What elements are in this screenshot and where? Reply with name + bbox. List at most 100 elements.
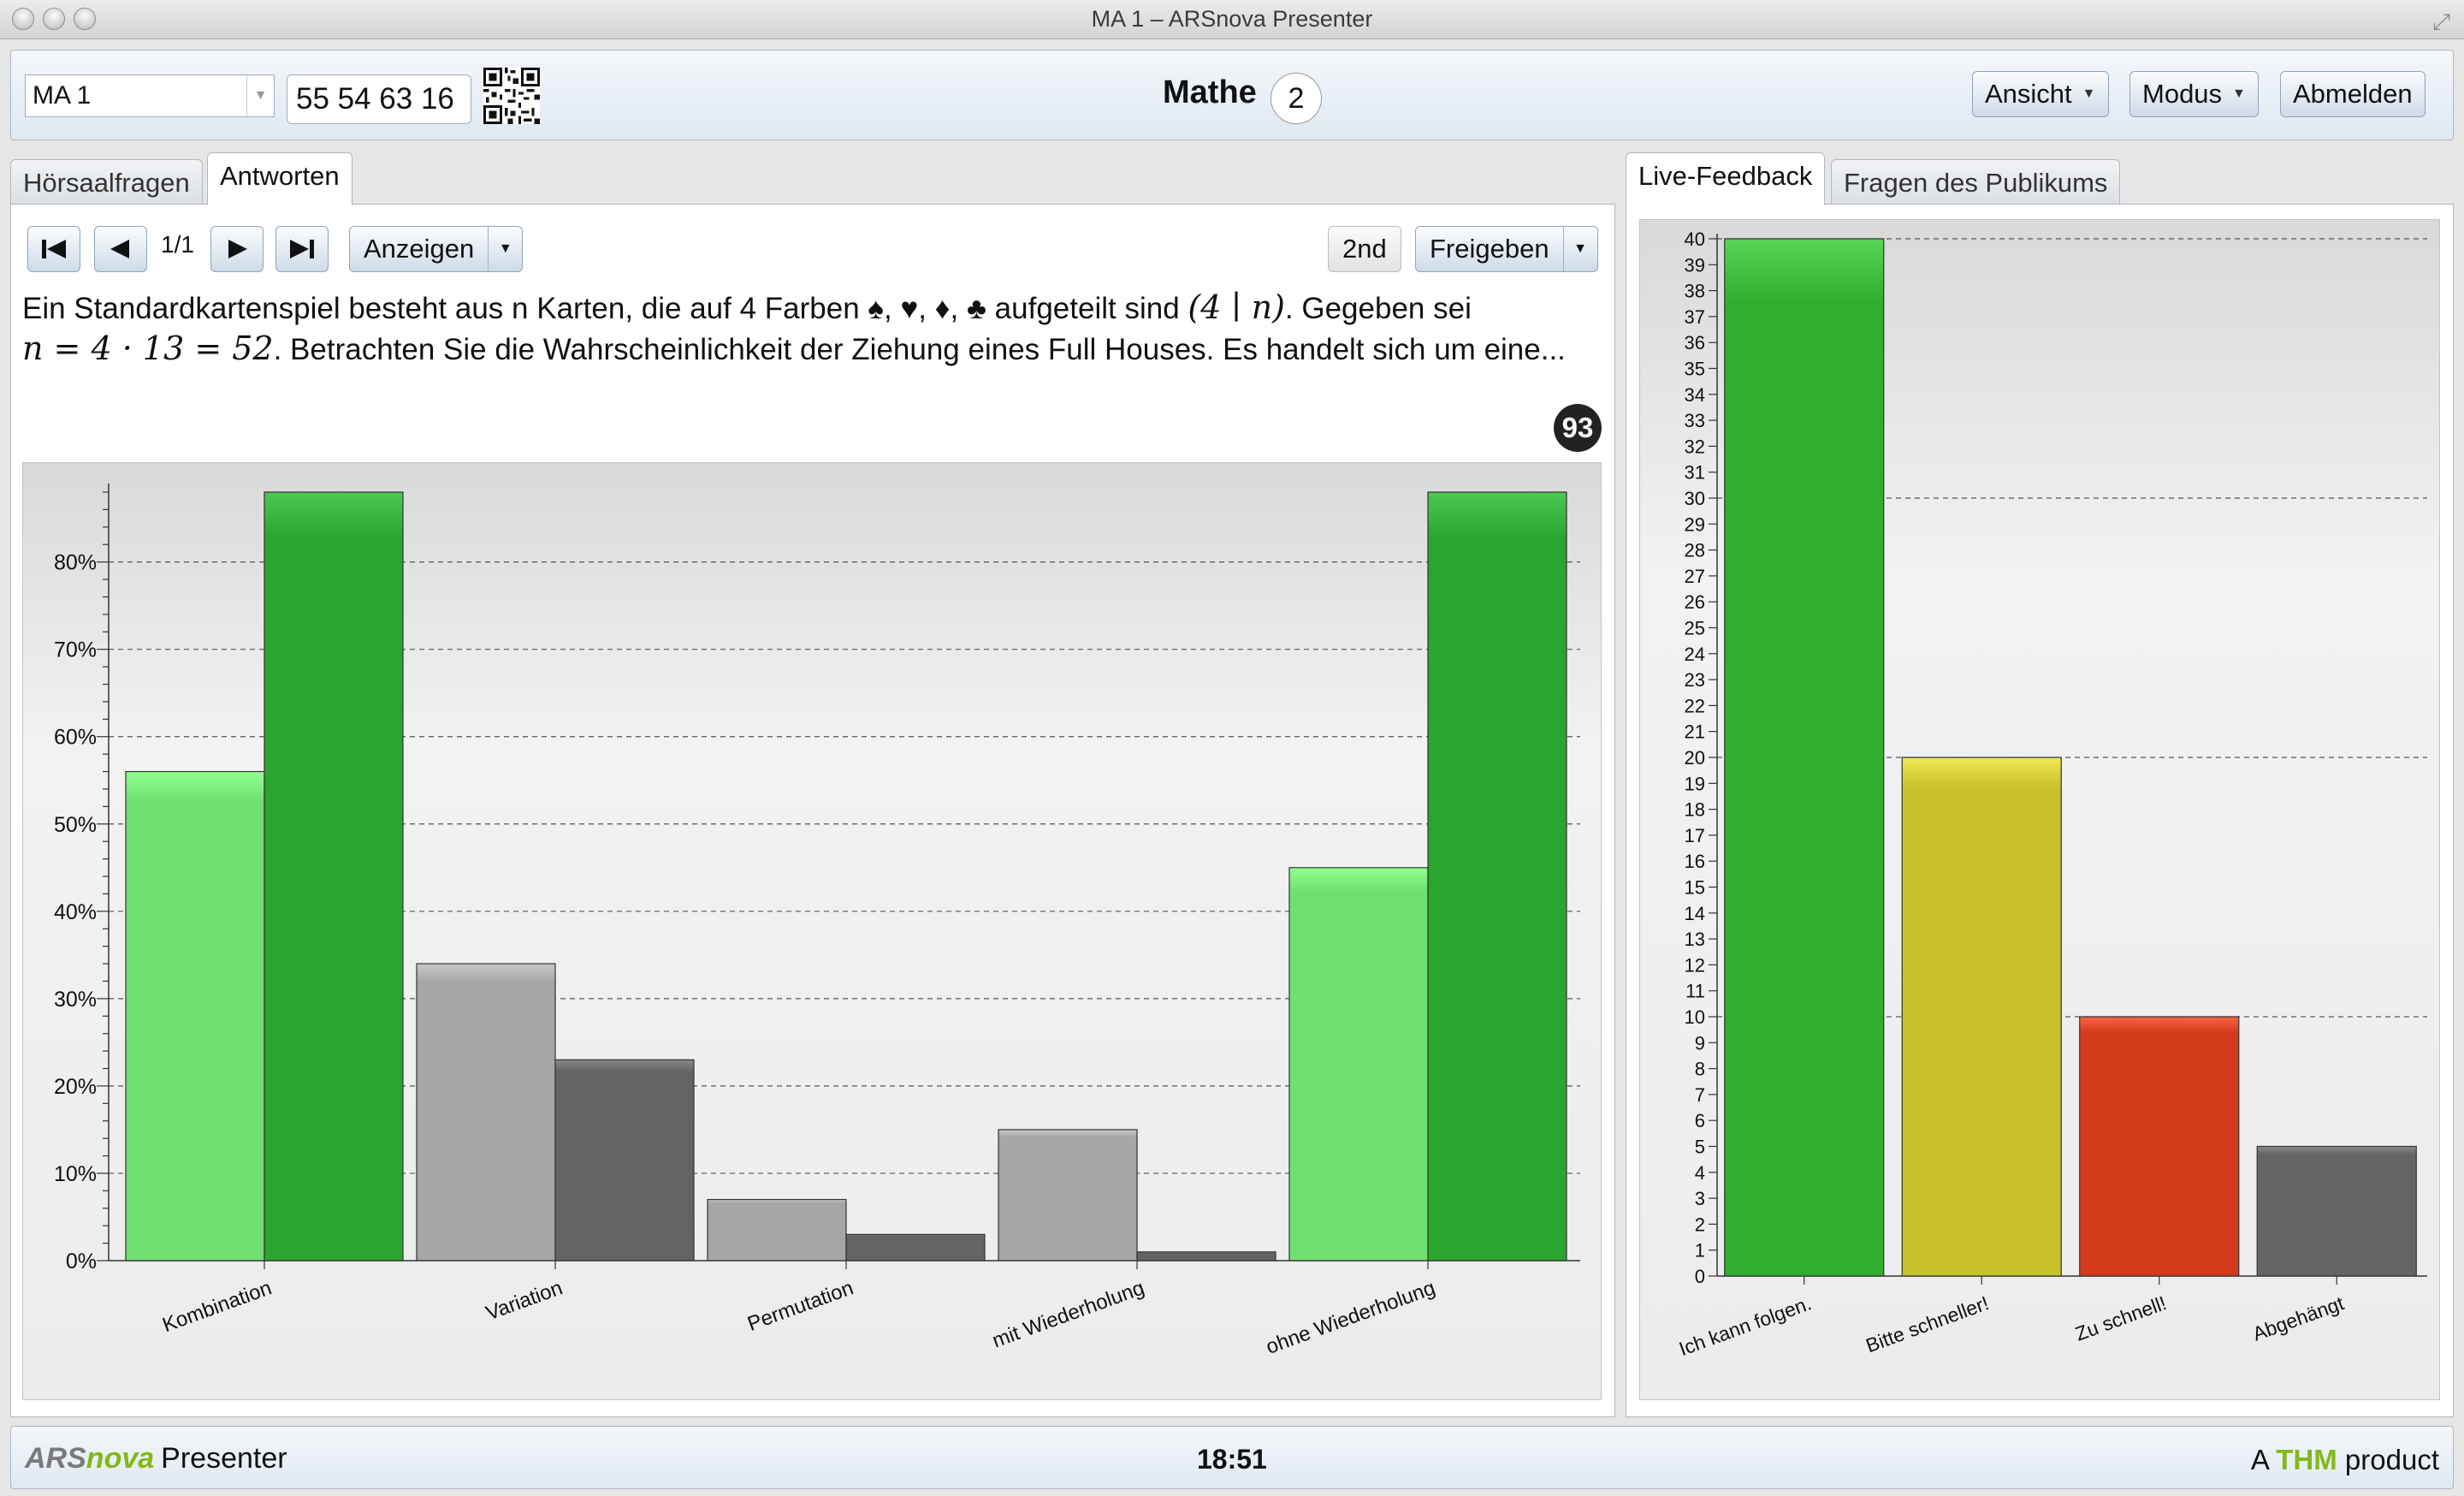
x-tick-label: Abgehängt xyxy=(2249,1291,2347,1345)
first-question-button[interactable] xyxy=(27,226,80,272)
answer-bar xyxy=(554,1059,695,1262)
y-tick-label: 10 xyxy=(1685,1006,1705,1028)
feedback-bar xyxy=(2079,1016,2240,1277)
close-window-button[interactable] xyxy=(12,8,34,30)
product-a: A xyxy=(2250,1444,2269,1475)
y-tick-label: 17 xyxy=(1685,825,1705,846)
question-pager: 1/1 xyxy=(161,231,194,258)
second-round-button[interactable]: 2nd xyxy=(1328,226,1401,272)
x-tick-label: Variation xyxy=(483,1276,566,1325)
x-tick-label: Permutation xyxy=(744,1276,856,1336)
question-text: Ein Standardkartenspiel besteht aus n Ka… xyxy=(22,288,1596,370)
window-controls xyxy=(12,8,96,30)
release-menu-label: Freigeben xyxy=(1430,234,1549,264)
arsnova-logo: ARS nova Presenter xyxy=(25,1442,287,1475)
fullscreen-icon[interactable]: ⤢ xyxy=(2432,9,2450,36)
y-tick-label: 23 xyxy=(1685,669,1705,691)
mode-menu-button[interactable]: Modus ▼ xyxy=(2129,71,2259,117)
product-thm: THM xyxy=(2276,1444,2337,1475)
y-tick-label: 31 xyxy=(1685,462,1705,484)
x-tick-label: ohne Wiederholung xyxy=(1263,1276,1438,1359)
x-tick-label: mit Wiederholung xyxy=(989,1276,1147,1352)
y-tick-label: 0 xyxy=(1695,1266,1705,1287)
y-tick-label: 9 xyxy=(1695,1032,1705,1054)
y-tick-label: 25 xyxy=(1685,618,1705,639)
caret-down-icon: ▼ xyxy=(2232,86,2246,101)
tab-audience-questions[interactable]: Fragen des Publikums xyxy=(1831,159,2121,207)
tab-live-feedback[interactable]: Live-Feedback xyxy=(1626,152,1826,205)
y-tick-label: 15 xyxy=(1685,877,1705,899)
answer-bar xyxy=(1136,1251,1276,1262)
caret-down-icon[interactable]: ▼ xyxy=(1562,227,1597,271)
y-tick-label: 14 xyxy=(1685,903,1705,924)
y-tick-label: 40 xyxy=(1685,229,1705,250)
qr-code-icon[interactable] xyxy=(483,68,540,124)
y-tick-label: 30 xyxy=(1685,488,1705,509)
answer-bar xyxy=(264,491,404,1262)
last-question-button[interactable] xyxy=(275,226,329,272)
y-tick-label: 1 xyxy=(1695,1240,1705,1262)
feedback-bar xyxy=(2256,1145,2417,1277)
caret-down-icon[interactable]: ▼ xyxy=(488,227,522,271)
y-tick-label: 7 xyxy=(1695,1084,1705,1106)
answer-bar xyxy=(1288,867,1429,1262)
previous-question-button[interactable] xyxy=(94,226,147,272)
logout-label: Abmelden xyxy=(2293,79,2413,109)
y-tick-label: 36 xyxy=(1685,332,1705,353)
chevron-down-icon[interactable]: ▼ xyxy=(246,75,274,116)
answers-chart-area: 0% 10% 20% 30% 40% 50% 60% 70% 80% Kombination Var… xyxy=(22,462,1602,1400)
product-word: product xyxy=(2344,1444,2439,1475)
y-tick-label: 30% xyxy=(54,988,97,1012)
tab-answers[interactable]: Antworten xyxy=(207,152,352,205)
y-tick-label: 21 xyxy=(1685,721,1705,743)
previous-icon xyxy=(110,240,129,258)
y-tick-label: 13 xyxy=(1685,929,1705,950)
y-tick-label: 20% xyxy=(54,1075,97,1099)
tab-lecture-questions[interactable]: Hörsaalfragen xyxy=(10,159,203,207)
y-tick-label: 33 xyxy=(1685,410,1705,431)
answer-bar xyxy=(125,770,265,1262)
y-tick-label: 37 xyxy=(1685,306,1705,328)
y-tick-label: 39 xyxy=(1685,254,1705,276)
y-tick-label: 80% xyxy=(54,551,97,575)
y-tick-label: 26 xyxy=(1685,591,1705,613)
clock: 18:51 xyxy=(1197,1444,1267,1475)
view-menu-label: Ansicht xyxy=(1985,79,2072,109)
zoom-window-button[interactable] xyxy=(74,8,96,30)
thm-product-label: A THM product xyxy=(2251,1444,2439,1476)
window-title: MA 1 – ARSnova Presenter xyxy=(1091,6,1373,32)
question-text-part: . Betrachten Sie die Wahrscheinlichkeit … xyxy=(273,333,1566,366)
show-menu-label: Anzeigen xyxy=(364,234,475,264)
logo-ars: ARS xyxy=(25,1442,86,1475)
logo-presenter: Presenter xyxy=(161,1442,287,1475)
logout-button[interactable]: Abmelden xyxy=(2280,71,2426,117)
y-tick-label: 40% xyxy=(54,900,97,924)
y-tick-label: 29 xyxy=(1685,514,1705,535)
question-text-part: Ein Standardkartenspiel besteht aus n Ka… xyxy=(22,292,1188,325)
y-tick-label: 20 xyxy=(1685,747,1705,769)
mode-menu-label: Modus xyxy=(2142,79,2223,109)
session-name: Mathe xyxy=(1163,74,1257,110)
y-tick-label: 4 xyxy=(1695,1162,1705,1184)
session-select[interactable]: MA 1 ▼ xyxy=(25,74,275,117)
question-math: n = 4 · 13 = 52 xyxy=(22,329,274,367)
minimize-window-button[interactable] xyxy=(43,8,65,30)
y-tick-label: 38 xyxy=(1685,281,1705,302)
y-tick-label: 19 xyxy=(1685,773,1705,794)
y-tick-label: 18 xyxy=(1685,799,1705,821)
question-text-part: . Gegeben sei xyxy=(1284,292,1472,325)
session-key-field[interactable]: 55 54 63 16 xyxy=(287,74,471,124)
answers-chart: 0% 10% 20% 30% 40% 50% 60% 70% 80% Kombination Var… xyxy=(54,484,1580,1359)
view-menu-button[interactable]: Ansicht ▼ xyxy=(1972,71,2109,117)
next-question-button[interactable] xyxy=(210,226,264,272)
next-icon xyxy=(228,240,247,258)
y-tick-label: 34 xyxy=(1685,384,1705,406)
status-bar: ARS nova Presenter 18:51 A THM product xyxy=(10,1426,2454,1489)
answer-bar xyxy=(707,1198,847,1262)
show-menu-button[interactable]: Anzeigen ▼ xyxy=(349,226,524,272)
answer-bar xyxy=(1427,491,1567,1262)
release-menu-button[interactable]: Freigeben ▼ xyxy=(1415,226,1598,272)
y-tick-label: 32 xyxy=(1685,436,1705,457)
y-tick-label: 50% xyxy=(54,813,97,837)
y-tick-label: 6 xyxy=(1695,1110,1705,1131)
